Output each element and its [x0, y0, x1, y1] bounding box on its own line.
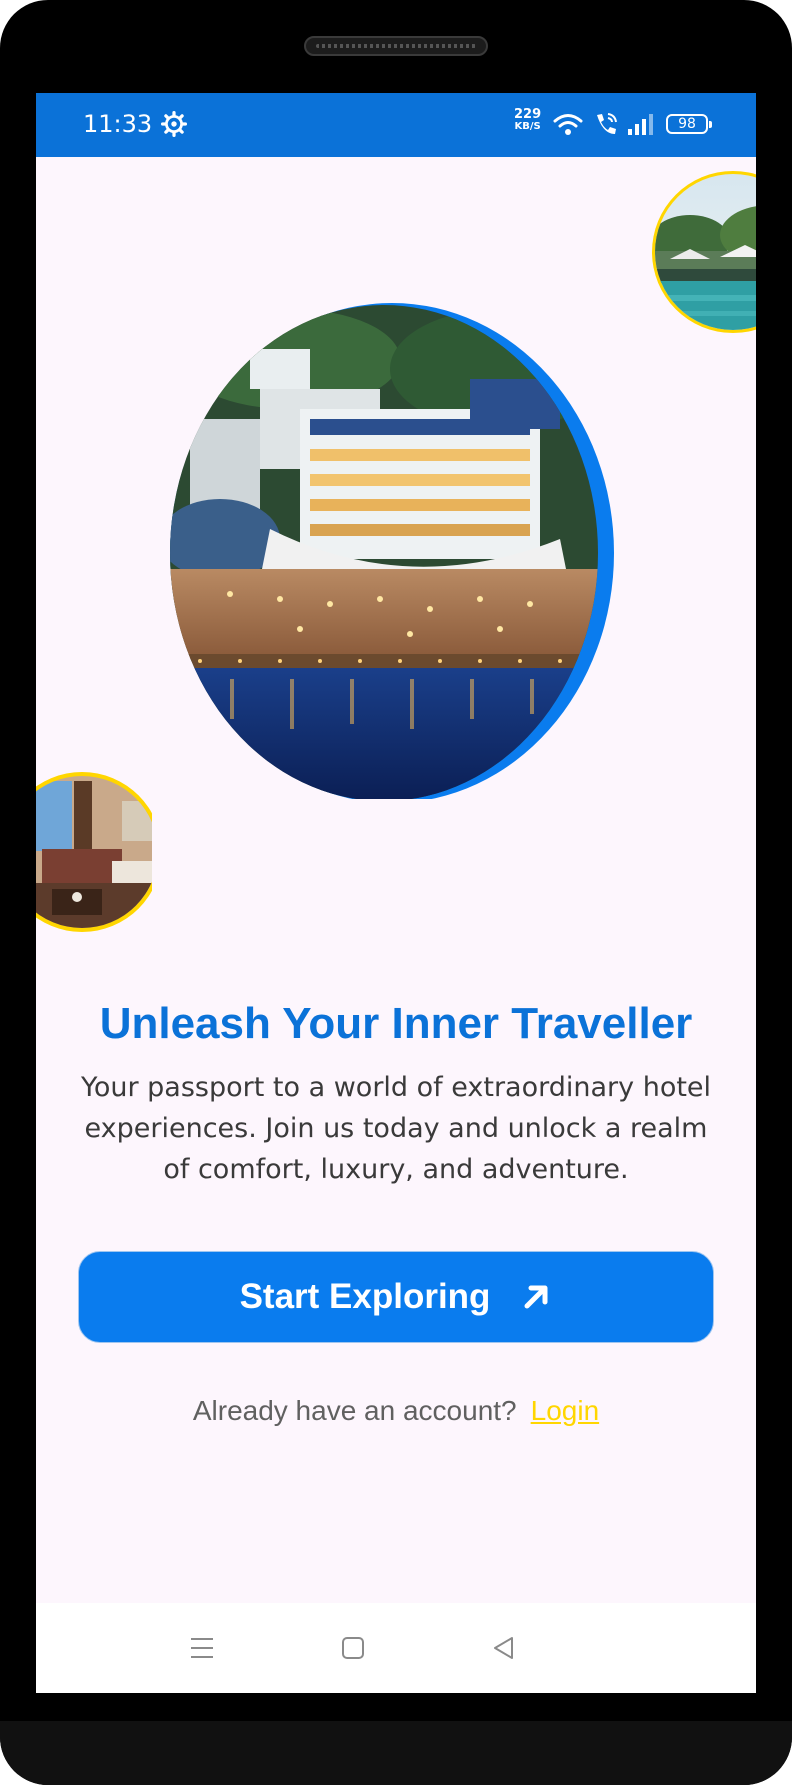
hotel-room-photo: [36, 772, 152, 932]
app-screen: 11:33 229 KB/S 98 Unleash Your Inner Tra…: [36, 93, 756, 1693]
gear-icon: [161, 111, 187, 137]
phone-frame: 11:33 229 KB/S 98 Unleash Your Inner Tra…: [0, 0, 792, 1785]
network-speed-unit: KB/S: [514, 121, 541, 132]
arrow-up-right-icon: [524, 1285, 548, 1309]
login-prompt-row: Already have an account? Login: [36, 1395, 756, 1427]
back-icon[interactable]: [489, 1633, 519, 1663]
start-exploring-button[interactable]: Start Exploring: [78, 1251, 714, 1343]
page-description: Your passport to a world of extraordinar…: [80, 1072, 712, 1185]
network-speed: 229 KB/S: [514, 107, 542, 133]
login-prompt: Already have an account?: [192, 1395, 517, 1426]
battery-icon: 98: [666, 114, 712, 134]
status-time: 11:33: [83, 110, 153, 138]
hotel-aerial-photo: [170, 303, 614, 799]
status-bar: 11:33 229 KB/S 98: [36, 93, 756, 157]
signal-icon: [628, 114, 653, 135]
system-nav-bar: [36, 1603, 756, 1693]
home-icon[interactable]: [338, 1633, 368, 1663]
phone-bottom-bezel: [0, 1721, 792, 1785]
page-title: Unleash Your Inner Traveller: [99, 999, 693, 1048]
network-speed-value: 229: [514, 107, 542, 122]
wifi-icon: [553, 114, 583, 135]
resort-pool-photo: [652, 171, 756, 333]
menu-icon[interactable]: [187, 1633, 217, 1663]
speaker-grille: [304, 36, 488, 56]
start-exploring-label: Start Exploring: [239, 1277, 491, 1316]
wifi-call-icon: [597, 113, 617, 134]
login-link[interactable]: Login: [531, 1395, 600, 1426]
